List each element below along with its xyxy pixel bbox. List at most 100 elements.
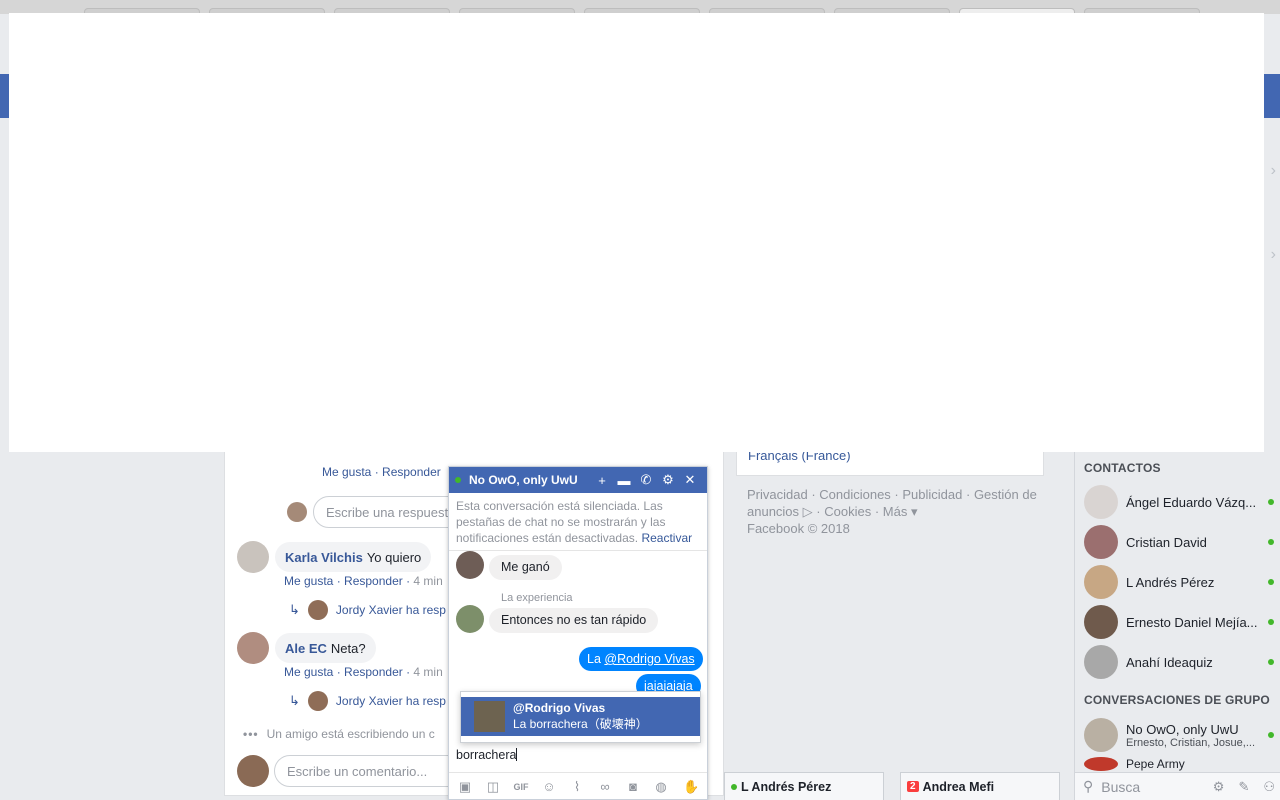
comment-bubble: Karla Vilchis Yo quiero bbox=[275, 542, 432, 572]
typing-text: Un amigo está escribiendo un c bbox=[266, 727, 435, 741]
like-link[interactable]: Me gusta bbox=[284, 665, 333, 679]
compose-icon[interactable]: ✎ bbox=[1238, 779, 1249, 795]
avatar bbox=[474, 701, 505, 732]
online-indicator bbox=[1268, 659, 1274, 665]
avatar bbox=[287, 502, 307, 522]
add-person-icon[interactable]: + bbox=[591, 473, 613, 488]
message-composer[interactable]: borrachera bbox=[456, 748, 518, 762]
typing-indicator: ••• Un amigo está escribiendo un c bbox=[243, 727, 435, 741]
chevron-right-icon[interactable]: › bbox=[1271, 162, 1276, 180]
group-item[interactable]: No OwO, only UwU Ernesto, Cristian, Josu… bbox=[1084, 717, 1274, 753]
chat-tab-label[interactable]: L Andrés Pérez bbox=[741, 780, 831, 794]
footer-terms[interactable]: Condiciones bbox=[819, 487, 891, 502]
group-name: No OwO, only UwU bbox=[1126, 721, 1239, 737]
replies-summary-text[interactable]: Jordy Xavier ha resp bbox=[336, 603, 446, 617]
avatar[interactable] bbox=[237, 541, 269, 573]
thumbs-up-icon[interactable]: ✋ bbox=[683, 779, 699, 795]
muted-notice: Esta conversación está silenciada. Las p… bbox=[449, 493, 707, 551]
search-input[interactable]: Busca bbox=[1101, 779, 1205, 795]
comment-author[interactable]: Ale EC bbox=[285, 641, 327, 656]
gif-icon[interactable]: GIF bbox=[513, 782, 529, 792]
create-group-icon[interactable]: ⚇ bbox=[1263, 779, 1275, 795]
chat-tab[interactable]: 2 Andrea Mefi bbox=[900, 772, 1060, 800]
sender-name: La experiencia bbox=[501, 592, 573, 604]
replies-summary-text[interactable]: Jordy Xavier ha resp bbox=[336, 694, 446, 708]
reply-link[interactable]: Responder bbox=[344, 574, 403, 588]
camera-icon[interactable]: ◙ bbox=[625, 779, 641, 794]
group-conversations-heading: CONVERSACIONES DE GRUPO bbox=[1084, 693, 1270, 707]
group-members: Ernesto, Cristian, Josue,... bbox=[1126, 736, 1255, 749]
group-item[interactable]: Pepe Army bbox=[1084, 757, 1274, 771]
chat-tab-label[interactable]: Andrea Mefi bbox=[923, 780, 995, 794]
online-indicator bbox=[731, 783, 737, 790]
phone-icon[interactable]: ✆ bbox=[635, 472, 657, 488]
group-info: No OwO, only UwU Ernesto, Cristian, Josu… bbox=[1126, 722, 1262, 749]
video-call-icon[interactable]: ▬ bbox=[613, 473, 635, 488]
footer-copyright: Facebook © 2018 bbox=[747, 521, 850, 536]
contact-item[interactable]: Anahí Ideaquiz bbox=[1084, 644, 1274, 680]
contact-name: Ángel Eduardo Vázq... bbox=[1126, 494, 1257, 510]
footer-links: Privacidad · Condiciones · Publicidad · … bbox=[747, 487, 1037, 536]
comment-time[interactable]: 4 min bbox=[413, 574, 442, 588]
reply-arrow-icon: ↳ bbox=[289, 602, 300, 617]
incoming-message: Me ganó bbox=[489, 555, 562, 580]
mention-nickname: La borrachera（破壊神） bbox=[513, 717, 648, 731]
message-text: La bbox=[587, 652, 605, 666]
photo-icon[interactable]: ▣ bbox=[457, 779, 473, 795]
contact-item[interactable]: Ernesto Daniel Mejía... bbox=[1084, 604, 1274, 640]
chat-window: No OwO, only UwU + ▬ ✆ ⚙ ✕ Esta conversa… bbox=[448, 466, 708, 800]
reply-arrow-icon: ↳ bbox=[289, 693, 300, 708]
text-cursor bbox=[516, 748, 518, 761]
chat-header[interactable]: No OwO, only UwU + ▬ ✆ ⚙ ✕ bbox=[449, 467, 707, 493]
avatar bbox=[1084, 485, 1118, 519]
reply-link[interactable]: Responder bbox=[382, 465, 441, 479]
avatar bbox=[1084, 565, 1118, 599]
right-edge-controls: › › bbox=[1264, 118, 1280, 448]
sticker-icon[interactable]: ◫ bbox=[485, 779, 501, 795]
avatar bbox=[456, 551, 484, 579]
attachment-icon[interactable]: ⌇ bbox=[569, 779, 585, 795]
reactivate-link[interactable]: Reactivar bbox=[641, 531, 692, 545]
footer-more[interactable]: Más bbox=[883, 504, 908, 519]
comment-author[interactable]: Karla Vilchis bbox=[285, 550, 363, 565]
mention-name: @Rodrigo Vivas bbox=[513, 701, 606, 715]
contact-item[interactable]: Ángel Eduardo Vázq... bbox=[1084, 484, 1274, 520]
comment-time[interactable]: 4 min bbox=[413, 665, 442, 679]
sidebar-search[interactable]: ⚲ Busca ⚙ ✎ ⚇ bbox=[1075, 772, 1280, 800]
footer-ads[interactable]: Publicidad bbox=[902, 487, 962, 502]
avatar[interactable] bbox=[237, 632, 269, 664]
close-icon[interactable]: ✕ bbox=[679, 472, 701, 488]
online-indicator bbox=[1268, 619, 1274, 625]
replies-summary[interactable]: ↳ Jordy Xavier ha resp bbox=[289, 600, 446, 620]
chat-title[interactable]: No OwO, only UwU bbox=[469, 473, 591, 487]
gear-icon[interactable]: ⚙ bbox=[657, 472, 679, 488]
avatar bbox=[456, 605, 484, 633]
gear-icon[interactable]: ⚙ bbox=[1213, 779, 1225, 795]
chat-sidebar: CONTACTOS Ángel Eduardo Vázq... Cristian… bbox=[1074, 452, 1280, 800]
caret-down-icon[interactable]: ▾ bbox=[911, 504, 918, 519]
mention-link[interactable]: @Rodrigo Vivas bbox=[604, 652, 694, 666]
avatar bbox=[237, 755, 269, 787]
chat-tab[interactable]: L Andrés Pérez bbox=[724, 772, 884, 800]
replies-summary[interactable]: ↳ Jordy Xavier ha resp bbox=[289, 691, 446, 711]
comment-actions: Me gusta · Responder · 4 min bbox=[284, 574, 443, 588]
like-link[interactable]: Me gusta bbox=[322, 465, 371, 479]
emoji-icon[interactable]: ☺ bbox=[541, 779, 557, 794]
link-icon[interactable]: ∞ bbox=[597, 779, 613, 794]
incoming-message: Entonces no es tan rápido bbox=[489, 608, 659, 633]
footer-cookies[interactable]: Cookies bbox=[824, 504, 871, 519]
unread-badge: 2 bbox=[907, 781, 919, 792]
reply-link[interactable]: Responder bbox=[344, 665, 403, 679]
contact-name: Anahí Ideaquiz bbox=[1126, 654, 1213, 670]
outgoing-message: La @Rodrigo Vivas bbox=[579, 647, 703, 671]
audio-icon[interactable]: ◍ bbox=[653, 779, 669, 795]
footer-privacy[interactable]: Privacidad bbox=[747, 487, 808, 502]
mention-suggestion-item[interactable]: @Rodrigo Vivas La borrachera（破壊神） bbox=[461, 697, 700, 736]
contact-item[interactable]: L Andrés Pérez bbox=[1084, 564, 1274, 600]
chevron-right-icon[interactable]: › bbox=[1271, 246, 1276, 264]
contact-item[interactable]: Cristian David bbox=[1084, 524, 1274, 560]
mention-suggestions: @Rodrigo Vivas La borrachera（破壊神） bbox=[460, 691, 701, 743]
ad-choices-icon: ▷ bbox=[802, 504, 813, 519]
like-link[interactable]: Me gusta bbox=[284, 574, 333, 588]
blank-overlay-panel bbox=[9, 13, 1264, 452]
